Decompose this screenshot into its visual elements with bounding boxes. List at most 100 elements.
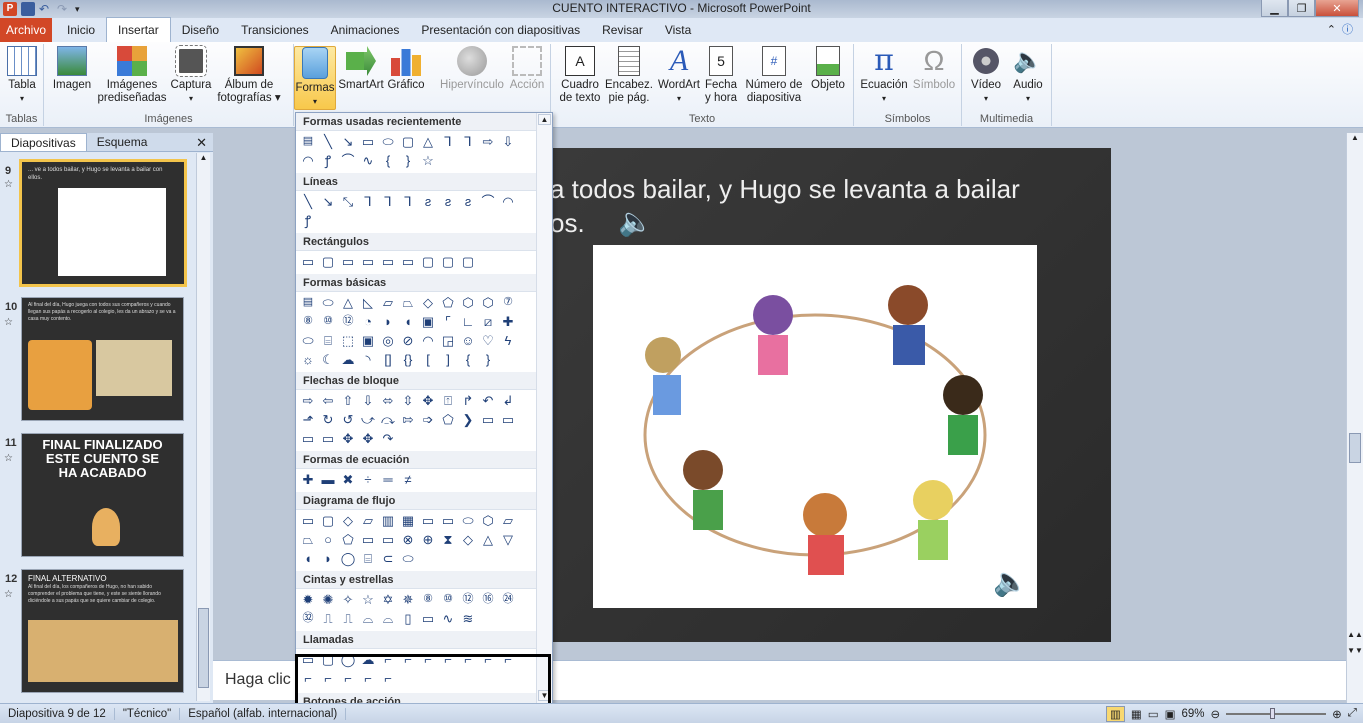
dodecagon-shape-icon[interactable]: ⑩ (318, 312, 338, 331)
chord-shape-icon[interactable]: ◗ (378, 312, 398, 331)
bevel-shape-icon[interactable]: ▣ (358, 331, 378, 350)
left-up-arrow-icon[interactable]: ↲ (498, 391, 518, 410)
no-symbol-shape-icon[interactable]: ⊘ (398, 331, 418, 350)
10-point-star-icon[interactable]: ⑩ (438, 590, 458, 609)
horizontal-scroll-icon[interactable]: ▭ (418, 609, 438, 628)
curved-left-arrow-icon[interactable]: ↺ (338, 410, 358, 429)
flowchart-internal-storage-icon[interactable]: ▦ (398, 511, 418, 530)
bent-arrow-icon[interactable]: ↱ (458, 391, 478, 410)
flowchart-stored-data-icon[interactable]: ◖ (298, 549, 318, 568)
7-point-star-icon[interactable]: ✵ (398, 590, 418, 609)
tab-diapositivas[interactable]: Diapositivas (0, 133, 87, 151)
curved-up-ribbon-icon[interactable]: ⌓ (358, 609, 378, 628)
5-point-star-icon[interactable]: ☆ (358, 590, 378, 609)
help-icon[interactable]: ⓘ (1342, 18, 1353, 42)
flowchart-punched-tape-icon[interactable]: ▭ (378, 530, 398, 549)
notched-right-arrow-icon[interactable]: ➩ (418, 410, 438, 429)
theme-name[interactable]: "Técnico" (115, 707, 181, 720)
explosion1-icon[interactable]: ✹ (298, 590, 318, 609)
zoom-in-icon[interactable]: ⊕ (1332, 707, 1342, 721)
slide-thumbnail-11[interactable]: FINAL FINALIZADO ESTE CUENTO SE HA ACABA… (21, 433, 184, 557)
not-equal-shape-icon[interactable]: ≠ (398, 470, 418, 489)
arc-shape-icon[interactable]: ◝ (358, 350, 378, 369)
triangle-shape-icon[interactable]: △ (338, 293, 358, 312)
imagen-button[interactable]: Imagen (50, 46, 94, 92)
vertical-scrollbar[interactable]: ▲ ▲▲ ▼▼ (1346, 133, 1363, 703)
right-bracket-icon[interactable]: ] (438, 350, 458, 369)
curved-up-arrow-icon[interactable]: ⤻ (358, 410, 378, 429)
audio-button[interactable]: 🔈 Audio ▾ (1008, 46, 1048, 105)
cuadro-texto-button[interactable]: A Cuadro de texto (557, 46, 603, 105)
slide-sorter-view-icon[interactable]: ▦ (1131, 707, 1142, 721)
chevron-arrow-icon[interactable]: ❯ (458, 410, 478, 429)
left-brace-icon[interactable]: { (458, 350, 478, 369)
right-arrow-shape-icon[interactable]: ⇨ (298, 391, 318, 410)
slides-panel-scrollbar[interactable]: ▲ (196, 153, 210, 701)
left-bracket-icon[interactable]: [ (418, 350, 438, 369)
rectangle-shape-icon[interactable]: ▭ (298, 252, 318, 271)
striped-right-arrow-icon[interactable]: ⇰ (398, 410, 418, 429)
minimize-ribbon-icon[interactable]: ⌃ (1327, 18, 1336, 42)
slideshow-view-icon[interactable]: ▣ (1165, 707, 1176, 721)
right-brace-icon[interactable]: } (478, 350, 498, 369)
can-shape-icon[interactable]: ⌸ (318, 331, 338, 350)
block-arc-shape-icon[interactable]: ◠ (418, 331, 438, 350)
flowchart-merge-icon[interactable]: ▽ (498, 530, 518, 549)
minus-shape-icon[interactable]: ▬ (318, 470, 338, 489)
reading-view-icon[interactable]: ▭ (1148, 707, 1159, 721)
24-point-star-icon[interactable]: ㉔ (498, 590, 518, 609)
parallelogram-shape-icon[interactable]: ▱ (378, 293, 398, 312)
flowchart-process-icon[interactable]: ▭ (298, 511, 318, 530)
objeto-button[interactable]: Objeto (807, 46, 849, 92)
slide-thumbnail-10[interactable]: Al final del día, Hugo juega con todos s… (21, 297, 184, 421)
video-button[interactable]: Vídeo ▾ (966, 46, 1006, 105)
encabezado-button[interactable]: Encabez. pie pág. (605, 46, 653, 105)
rectangle-shape-icon[interactable]: ▭ (358, 132, 378, 151)
freeform-shape-icon[interactable]: ◠ (498, 192, 518, 211)
elbow-arrow-connector-icon[interactable]: ⅂ (378, 192, 398, 211)
flowchart-predefined-process-icon[interactable]: ▥ (378, 511, 398, 530)
restore-button[interactable]: ❐ (1288, 0, 1315, 17)
gallery-scrollbar[interactable]: ▲ ▼ (536, 113, 552, 709)
equal-shape-icon[interactable]: ═ (378, 470, 398, 489)
imagenes-predisenadas-button[interactable]: Imágenes prediseñadas (96, 46, 168, 105)
close-button[interactable]: ✕ (1315, 0, 1359, 17)
double-brace-icon[interactable]: {} (398, 350, 418, 369)
round-same-side-rectangle-icon[interactable]: ▢ (438, 252, 458, 271)
tab-diseno[interactable]: Diseño (171, 18, 230, 42)
flowchart-decision-icon[interactable]: ◇ (338, 511, 358, 530)
12-point-star-icon[interactable]: ⑫ (458, 590, 478, 609)
flowchart-direct-access-icon[interactable]: ⊂ (378, 549, 398, 568)
6-point-star-icon[interactable]: ✡ (378, 590, 398, 609)
slide-speaker-icon[interactable]: 🔈 (618, 205, 653, 238)
accion-button[interactable]: Acción (508, 46, 546, 92)
flowchart-terminator-icon[interactable]: ⬭ (458, 511, 478, 530)
up-arrow-shape-icon[interactable]: ⇧ (338, 391, 358, 410)
vertical-scroll-icon[interactable]: ▯ (398, 609, 418, 628)
freeform-shape-icon[interactable]: ◠ (298, 151, 318, 170)
left-arrow-shape-icon[interactable]: ⇦ (318, 391, 338, 410)
8-point-star-icon[interactable]: ⑧ (418, 590, 438, 609)
slide-picture-children-dancing[interactable] (593, 245, 1037, 608)
formas-button[interactable]: Formas ▾ (294, 46, 336, 110)
right-arrow-callout-icon[interactable]: ▭ (478, 410, 498, 429)
zoom-level[interactable]: 69% (1181, 708, 1204, 720)
donut-shape-icon[interactable]: ◎ (378, 331, 398, 350)
flowchart-alternate-process-icon[interactable]: ▢ (318, 511, 338, 530)
rounded-rectangle-shape-icon[interactable]: ▢ (398, 132, 418, 151)
tab-inicio[interactable]: Inicio (56, 18, 106, 42)
elbow-connector-icon[interactable]: ⅂ (438, 132, 458, 151)
image-speaker-icon[interactable]: 🔈 (993, 565, 1028, 598)
bent-up-arrow-icon[interactable]: ⬏ (298, 410, 318, 429)
album-button[interactable]: Álbum de fotografías ▾ (214, 46, 284, 105)
flowchart-multidocument-icon[interactable]: ▭ (438, 511, 458, 530)
flowchart-summing-junction-icon[interactable]: ⊗ (398, 530, 418, 549)
curve-shape-icon[interactable]: ⌒ (478, 192, 498, 211)
flowchart-offpage-connector-icon[interactable]: ⬠ (338, 530, 358, 549)
hipervinculo-button[interactable]: Hipervínculo (438, 46, 506, 92)
frame-shape-icon[interactable]: ▣ (418, 312, 438, 331)
pentagon-arrow-icon[interactable]: ⬠ (438, 410, 458, 429)
tab-transiciones[interactable]: Transiciones (230, 18, 320, 42)
smartart-button[interactable]: SmartArt (338, 46, 384, 92)
scroll-up-icon[interactable]: ▲ (1347, 133, 1363, 142)
